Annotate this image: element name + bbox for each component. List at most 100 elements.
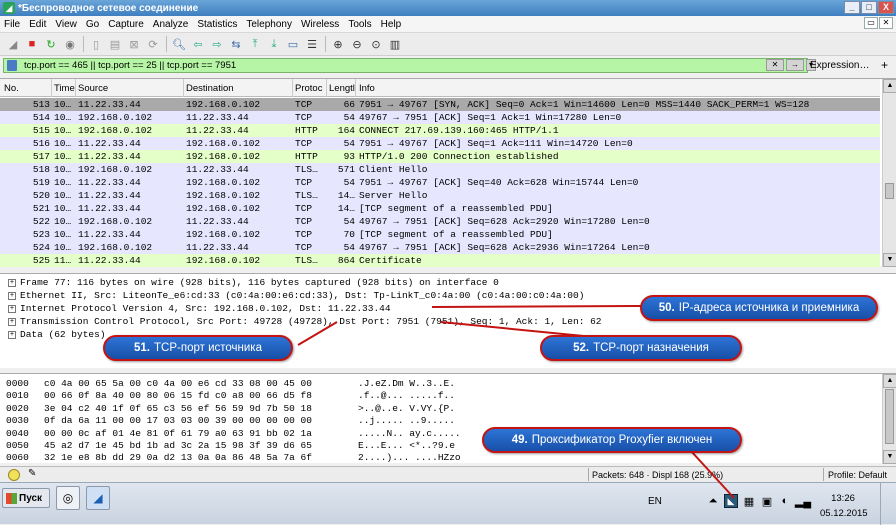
expression-button[interactable]: Expression… <box>810 60 869 71</box>
zoom-in-icon[interactable]: ⊕ <box>329 35 347 53</box>
profile-label[interactable]: Profile: Default <box>828 470 887 480</box>
wifi-signal-icon[interactable]: ▂▄ <box>795 494 811 508</box>
go-forward-icon[interactable]: ⇨ <box>208 35 226 53</box>
proxifier-tray-icon[interactable]: ◣ <box>724 494 738 508</box>
packet-row[interactable]: 522 10… 192.168.0.102 11.22.33.44 TCP 54 49767… <box>0 215 880 228</box>
action-center-icon[interactable]: ▦ <box>742 494 756 508</box>
col-destination[interactable]: Destination <box>186 83 234 94</box>
menu-go[interactable]: Go <box>86 19 99 30</box>
hex-row[interactable]: 0050 45 a2 d7 1e 45 bd 1b ad 3c 2a 15 98 … <box>6 440 886 452</box>
packet-list-scrollbar[interactable]: ▲ ▼ <box>882 79 896 267</box>
system-clock[interactable]: 13:26 05.12.2015 <box>820 491 868 521</box>
reload-file-icon[interactable]: ⟳ <box>144 35 162 53</box>
stop-capture-icon[interactable]: ■ <box>23 35 41 53</box>
first-packet-icon[interactable]: ⤒ <box>246 35 264 53</box>
display-filter-input[interactable]: tcp.port == 465 || tcp.port == 25 || tcp… <box>3 58 808 73</box>
maximize-button[interactable]: □ <box>861 1 877 14</box>
packet-row[interactable]: 518 10… 192.168.0.102 11.22.33.44 TLS… 571 Cli… <box>0 163 880 176</box>
colorize-icon[interactable]: ☰ <box>303 35 321 53</box>
menu-capture[interactable]: Capture <box>108 19 144 30</box>
scroll-down-icon[interactable]: ▼ <box>883 450 896 464</box>
packet-row[interactable]: 525 11… 11.22.33.44 192.168.0.102 TLS… 864 Cer… <box>0 254 880 267</box>
scroll-down-icon[interactable]: ▼ <box>883 253 896 267</box>
expand-icon[interactable]: + <box>8 279 16 287</box>
hex-row[interactable]: 0020 3e 04 c2 40 1f 0f 65 c3 56 ef 56 59 … <box>6 403 886 415</box>
hex-row[interactable]: 0040 00 00 0c af 01 4e 81 0f 61 79 a0 63 … <box>6 428 886 440</box>
save-file-icon[interactable]: ▤ <box>106 35 124 53</box>
menu-file[interactable]: File <box>4 19 20 30</box>
volume-tray-icon[interactable]: ◐ <box>778 494 792 508</box>
menu-view[interactable]: View <box>55 19 77 30</box>
menu-statistics[interactable]: Statistics <box>197 19 237 30</box>
edit-comment-icon[interactable]: ✎ <box>28 468 36 479</box>
packet-row[interactable]: 515 10… 192.168.0.102 11.22.33.44 HTTP 164 CON… <box>0 124 880 137</box>
resize-columns-icon[interactable]: ▥ <box>386 35 404 53</box>
scroll-thumb[interactable] <box>885 389 894 444</box>
language-indicator[interactable]: EN <box>648 496 662 507</box>
packet-row[interactable]: 513 10… 11.22.33.44 192.168.0.102 TCP 66 7951 … <box>0 98 880 111</box>
normal-size-icon[interactable]: ⊙ <box>367 35 385 53</box>
packet-row[interactable]: 516 10… 11.22.33.44 192.168.0.102 TCP 54 7951 … <box>0 137 880 150</box>
start-capture-icon[interactable]: ◢ <box>4 35 22 53</box>
restore-inner-icon[interactable]: ▭ <box>864 17 878 29</box>
col-length[interactable]: Lengtl <box>329 83 355 94</box>
browser-taskbar-icon[interactable]: ◎ <box>56 486 80 510</box>
menu-analyze[interactable]: Analyze <box>153 19 189 30</box>
expand-icon[interactable]: + <box>8 318 16 326</box>
col-source[interactable]: Source <box>78 83 108 94</box>
menu-help[interactable]: Help <box>381 19 402 30</box>
minimize-button[interactable]: _ <box>844 1 860 14</box>
close-button[interactable]: X <box>878 1 894 14</box>
close-file-icon[interactable]: ⊠ <box>125 35 143 53</box>
expand-icon[interactable]: + <box>8 331 16 339</box>
packet-cell-len: 66 <box>343 99 355 110</box>
packet-row[interactable]: 517 10… 11.22.33.44 192.168.0.102 HTTP 93 HTTP… <box>0 150 880 163</box>
wireshark-taskbar-icon[interactable]: ◢ <box>86 486 110 510</box>
find-packet-icon[interactable]: 🔍︎ <box>170 35 188 53</box>
col-time[interactable]: Time <box>54 83 75 94</box>
bookmark-icon[interactable] <box>7 60 17 71</box>
packet-cell-time: 10… <box>54 138 72 149</box>
expand-icon[interactable]: + <box>8 305 16 313</box>
packet-row[interactable]: 523 10… 11.22.33.44 192.168.0.102 TCP 70 [TCP … <box>0 228 880 241</box>
hex-row[interactable]: 0030 0f da 6a 11 00 00 17 03 03 00 39 00 … <box>6 415 886 427</box>
go-back-icon[interactable]: ⇦ <box>189 35 207 53</box>
show-desktop-button[interactable] <box>880 483 896 525</box>
zoom-out-icon[interactable]: ⊖ <box>348 35 366 53</box>
menu-edit[interactable]: Edit <box>29 19 46 30</box>
start-button[interactable]: Пуск <box>2 488 50 508</box>
close-inner-icon[interactable]: ✕ <box>879 17 893 29</box>
menu-telephony[interactable]: Telephony <box>246 19 292 30</box>
scroll-thumb[interactable] <box>885 183 894 199</box>
detail-frame[interactable]: + Frame 77: 116 bytes on wire (928 bits),… <box>0 277 880 289</box>
packet-row[interactable]: 524 10… 192.168.0.102 11.22.33.44 TCP 54 49767… <box>0 241 880 254</box>
autoscroll-icon[interactable]: ▭ <box>284 35 302 53</box>
restart-capture-icon[interactable]: ↻ <box>42 35 60 53</box>
scroll-up-icon[interactable]: ▲ <box>883 79 896 93</box>
go-to-packet-icon[interactable]: ⇆ <box>227 35 245 53</box>
show-hidden-icons-icon[interactable]: ⏶ <box>706 494 720 508</box>
capture-options-icon[interactable]: ◉ <box>61 35 79 53</box>
col-info[interactable]: Info <box>359 83 375 94</box>
col-protocol[interactable]: Protoc <box>295 83 322 94</box>
scroll-up-icon[interactable]: ▲ <box>883 374 896 388</box>
menu-tools[interactable]: Tools <box>348 19 371 30</box>
last-packet-icon[interactable]: ⤓ <box>265 35 283 53</box>
hex-row[interactable]: 0000 c0 4a 00 65 5a 00 c0 4a 00 e6 cd 33 … <box>6 378 886 390</box>
network-tray-icon[interactable]: ▣ <box>760 494 774 508</box>
add-filter-button[interactable]: + <box>881 58 888 72</box>
col-no[interactable]: No. <box>4 83 19 94</box>
menu-wireless[interactable]: Wireless <box>301 19 339 30</box>
expand-icon[interactable]: + <box>8 292 16 300</box>
hex-row[interactable]: 0010 00 66 0f 8a 40 00 80 06 15 fd c0 a8 … <box>6 390 886 402</box>
packet-row[interactable]: 520 10… 11.22.33.44 192.168.0.102 TLS… 14… Ser… <box>0 189 880 202</box>
hex-row[interactable]: 0060 32 1e e8 8b dd 29 0a d2 13 0a 0a 86 … <box>6 452 886 464</box>
packet-row[interactable]: 521 10… 11.22.33.44 192.168.0.102 TCP 14… [TCP… <box>0 202 880 215</box>
apply-filter-icon[interactable]: → <box>786 59 804 71</box>
bytes-scrollbar[interactable]: ▲ ▼ <box>882 374 896 464</box>
packet-row[interactable]: 514 10… 192.168.0.102 11.22.33.44 TCP 54 49767… <box>0 111 880 124</box>
packet-row[interactable]: 519 10… 11.22.33.44 192.168.0.102 TCP 54 7951 … <box>0 176 880 189</box>
open-file-icon[interactable]: ▯ <box>87 35 105 53</box>
expert-info-icon[interactable] <box>8 469 20 481</box>
clear-filter-icon[interactable]: ✕ <box>766 59 784 71</box>
